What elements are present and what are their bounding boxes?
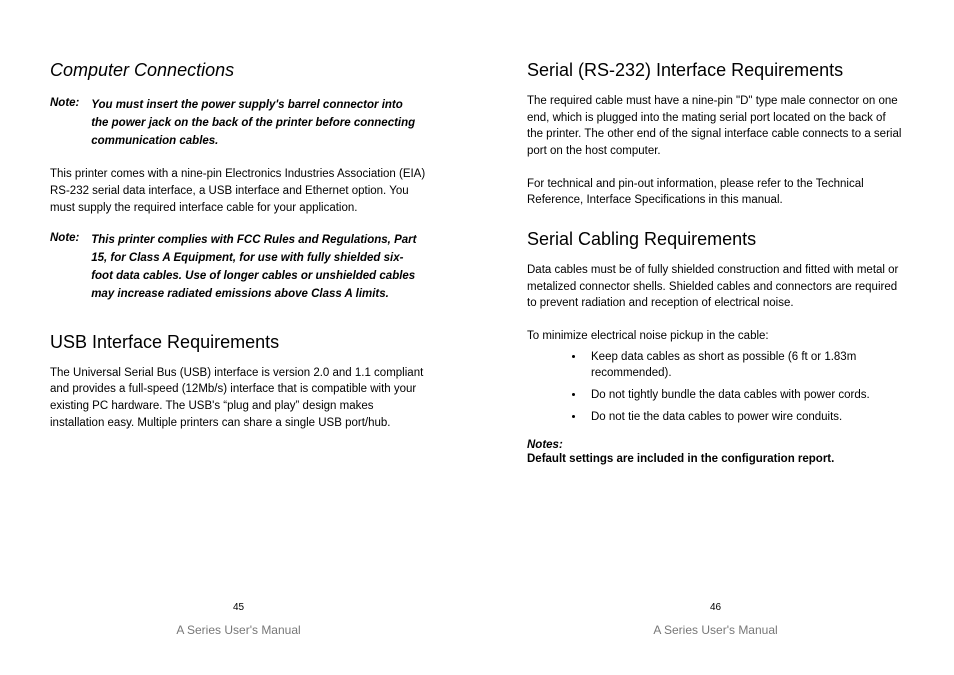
paragraph-pinout: For technical and pin-out information, p… <box>527 176 904 209</box>
notes-label: Notes: <box>527 439 904 451</box>
note-label: Note: <box>50 97 88 109</box>
paragraph-shielded: Data cables must be of fully shielded co… <box>527 262 904 312</box>
page-number: 46 <box>527 602 904 613</box>
right-page: Serial (RS-232) Interface Requirements T… <box>477 0 954 675</box>
note-fcc: Note: This printer complies with FCC Rul… <box>50 232 427 303</box>
left-content: Computer Connections Note: You must inse… <box>50 60 427 602</box>
left-footer: 45 A Series User's Manual <box>50 602 427 655</box>
right-content: Serial (RS-232) Interface Requirements T… <box>527 60 904 602</box>
bullet-list: Keep data cables as short as possible (6… <box>527 349 904 425</box>
paragraph-usb: The Universal Serial Bus (USB) interface… <box>50 365 427 432</box>
paragraph-serial-cable: The required cable must have a nine-pin … <box>527 93 904 160</box>
page-number: 45 <box>50 602 427 613</box>
heading-usb-requirements: USB Interface Requirements <box>50 332 427 353</box>
list-item: Do not tie the data cables to power wire… <box>585 409 904 425</box>
paragraph-minimize-noise: To minimize electrical noise pickup in t… <box>527 328 904 345</box>
page-spread: Computer Connections Note: You must inse… <box>0 0 954 675</box>
notes-body: Default settings are included in the con… <box>527 453 904 465</box>
manual-title: A Series User's Manual <box>50 623 427 637</box>
heading-cabling-requirements: Serial Cabling Requirements <box>527 229 904 250</box>
note-label: Note: <box>50 232 88 244</box>
note-body: This printer complies with FCC Rules and… <box>91 232 418 303</box>
right-footer: 46 A Series User's Manual <box>527 602 904 655</box>
note-power-supply: Note: You must insert the power supply's… <box>50 97 427 150</box>
list-item: Do not tightly bundle the data cables wi… <box>585 387 904 403</box>
paragraph-interfaces: This printer comes with a nine-pin Elect… <box>50 166 427 216</box>
note-body: You must insert the power supply's barre… <box>91 97 418 150</box>
left-page: Computer Connections Note: You must inse… <box>0 0 477 675</box>
manual-title: A Series User's Manual <box>527 623 904 637</box>
list-item: Keep data cables as short as possible (6… <box>585 349 904 381</box>
heading-computer-connections: Computer Connections <box>50 60 427 81</box>
heading-serial-requirements: Serial (RS-232) Interface Requirements <box>527 60 904 81</box>
